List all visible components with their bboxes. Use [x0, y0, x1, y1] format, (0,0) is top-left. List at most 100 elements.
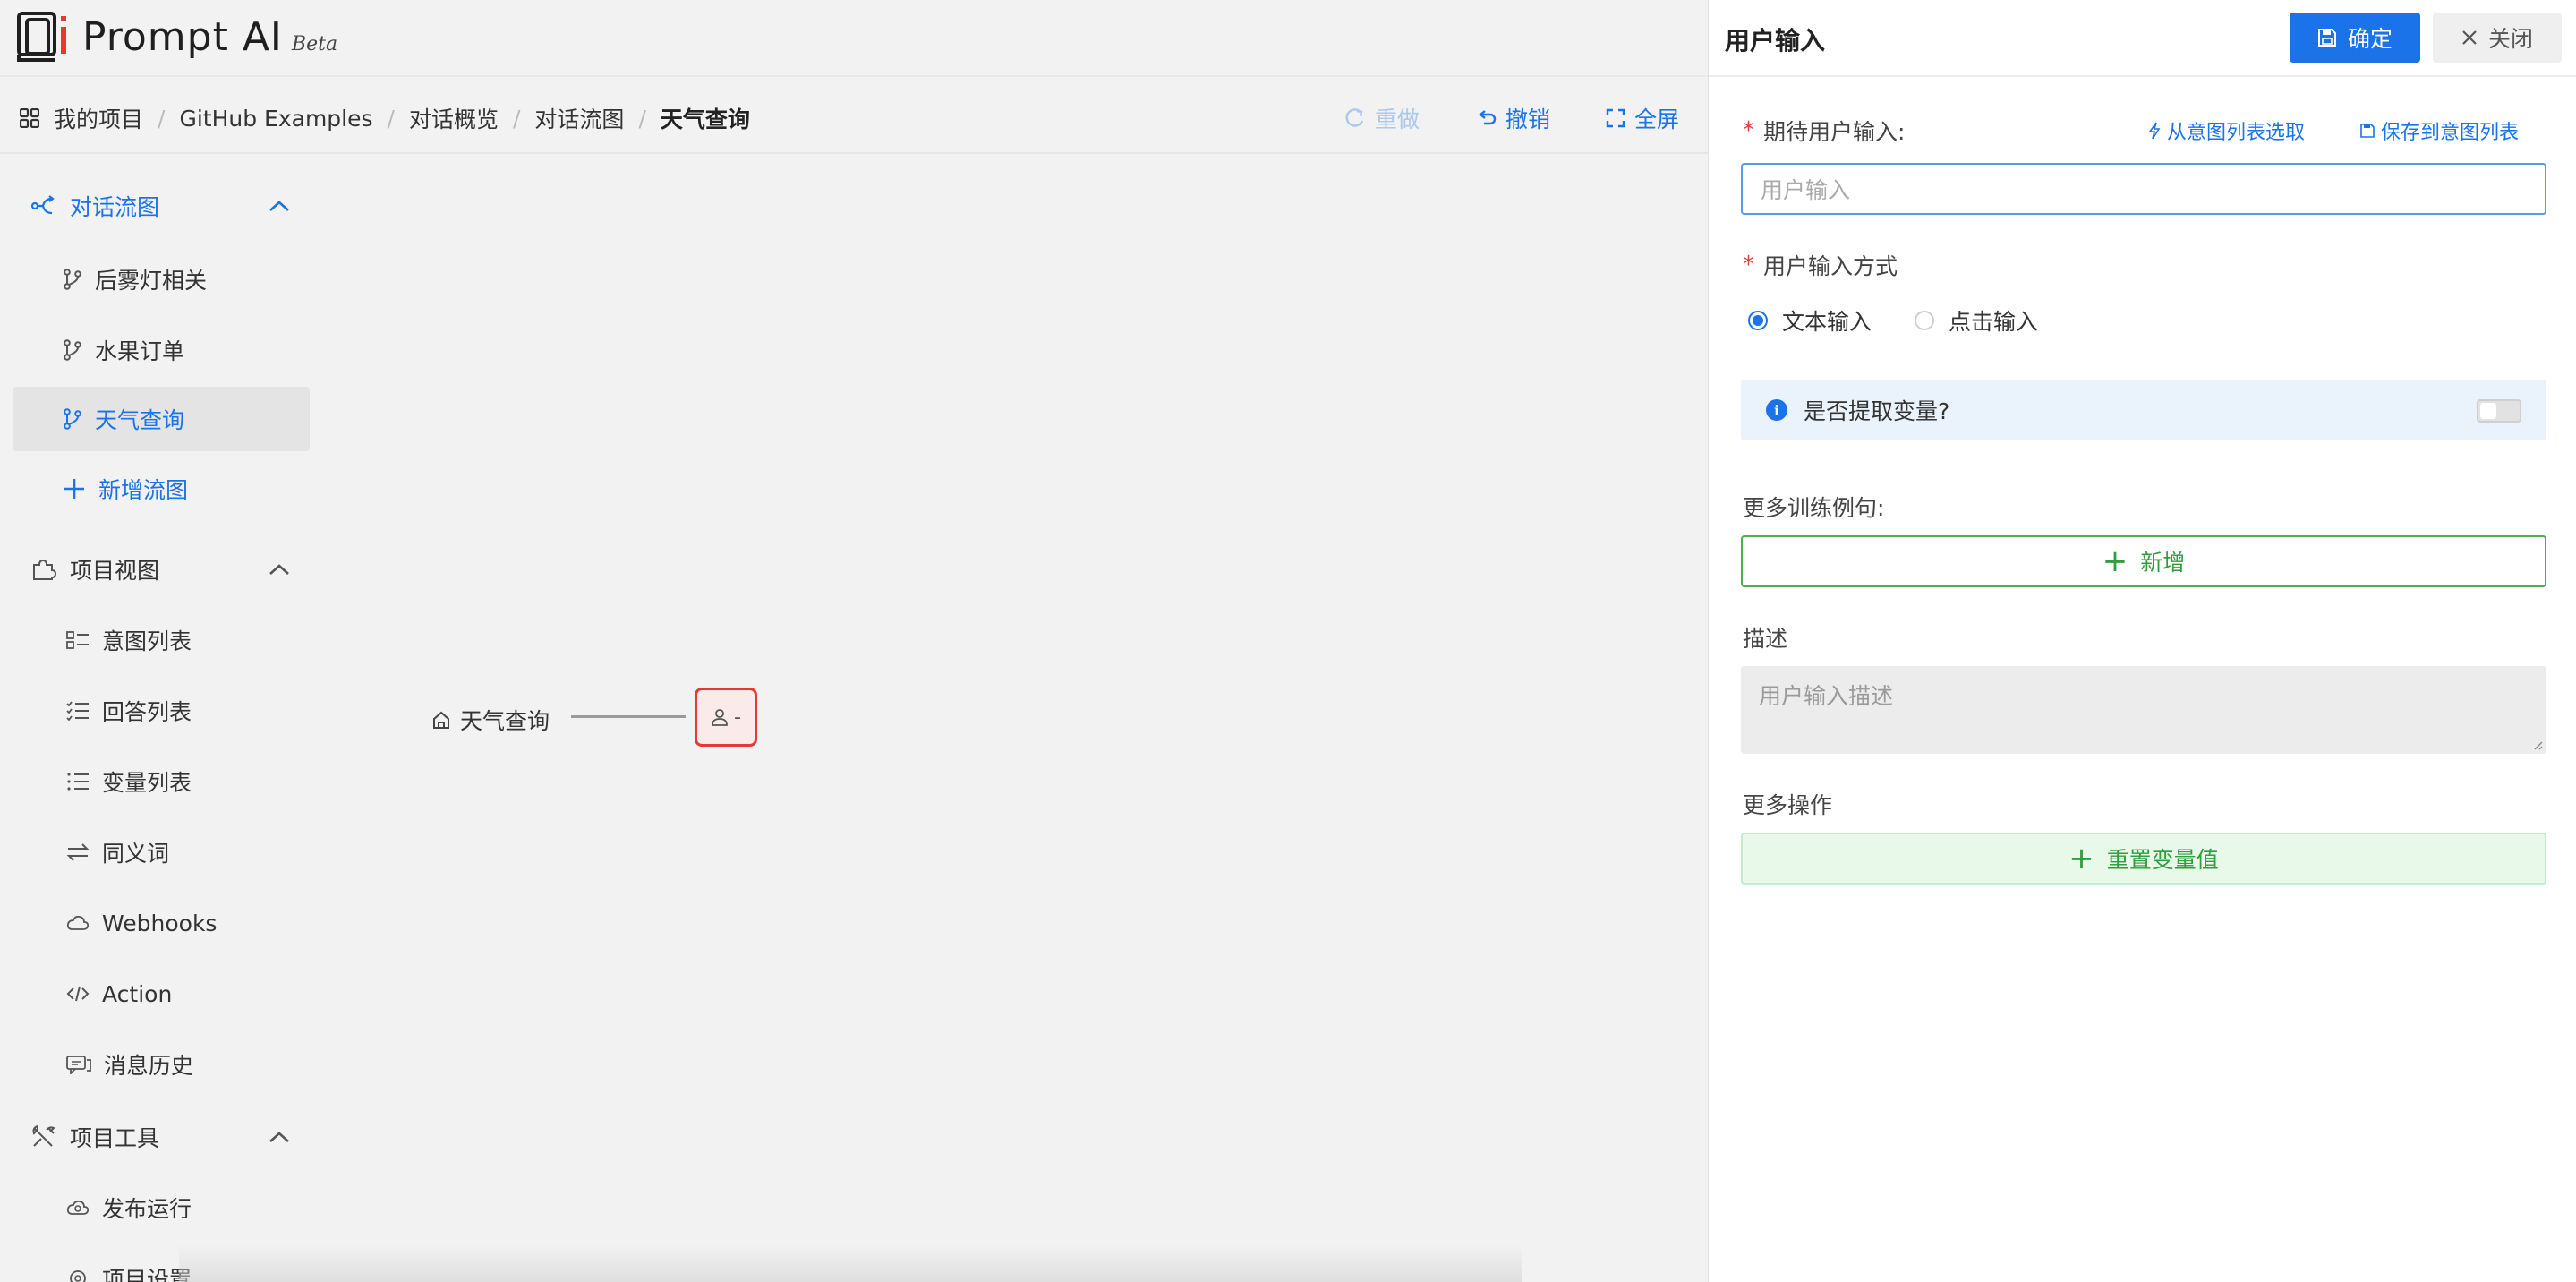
resize-handle-icon[interactable] — [2532, 739, 2543, 750]
sidebar-item-webhooks[interactable]: Webhooks — [13, 891, 310, 955]
sidebar-group-label: 对话流图 — [70, 194, 160, 220]
breadcrumb-my-projects[interactable]: 我的项目 — [54, 102, 143, 134]
list-check-icon — [66, 631, 89, 649]
sidebar-item-publish-run[interactable]: 发布运行 — [13, 1175, 310, 1240]
breadcrumb-dialog-overview[interactable]: 对话概览 — [409, 102, 499, 134]
chevron-up-icon[interactable] — [269, 563, 290, 576]
chevron-up-icon[interactable] — [269, 1131, 290, 1143]
chat-icon — [66, 1056, 91, 1074]
description-label: 描述 — [1743, 626, 1788, 652]
confirm-label: 确定 — [2347, 26, 2393, 52]
sidebar-item-label: 天气查询 — [95, 407, 185, 433]
sidebar-item-action[interactable]: Action — [13, 962, 310, 1026]
expected-input-label: * 期待用户输入: — [1743, 117, 1906, 145]
plus-icon: + — [2068, 841, 2094, 876]
breadcrumb-project[interactable]: GitHub Examples — [179, 106, 372, 132]
fullscreen-button[interactable]: 全屏 — [1606, 102, 1679, 134]
extract-variable-label: 是否提取变量? — [1804, 398, 1950, 424]
grid-icon — [20, 108, 39, 128]
sidebar-item-label: Webhooks — [102, 910, 218, 936]
sidebar-item-rear-fog-light[interactable]: 后雾灯相关 — [13, 247, 310, 312]
chevron-up-icon[interactable] — [269, 200, 290, 212]
cloud-run-icon — [66, 1200, 90, 1215]
branch-icon — [64, 408, 81, 430]
sidebar-item-label: 意图列表 — [102, 628, 192, 654]
sidebar-item-fruit-order[interactable]: 水果订单 — [13, 318, 310, 382]
canvas-bottom-shadow — [179, 1244, 1522, 1282]
ordered-list-icon — [67, 773, 89, 791]
sidebar-item-label: 新增流图 — [98, 477, 189, 503]
undo-label: 撤销 — [1505, 107, 1550, 132]
sidebar-item-label: 发布运行 — [102, 1196, 192, 1222]
code-icon — [66, 986, 90, 1002]
save-to-intents-link[interactable]: 保存到意图列表 — [2359, 116, 2519, 145]
sidebar-group-project-tools[interactable]: 项目工具 — [30, 1121, 290, 1153]
undo-button[interactable]: 撤销 — [1475, 102, 1550, 134]
sidebar-group-label: 项目视图 — [70, 558, 160, 584]
sidebar-item-variable-list[interactable]: 变量列表 — [13, 749, 310, 814]
save-icon — [2317, 29, 2336, 47]
user-input-node[interactable]: - — [695, 688, 757, 747]
swap-icon — [66, 843, 90, 861]
breadcrumb-separator: / — [512, 105, 521, 132]
tools-icon — [32, 1124, 55, 1147]
plus-icon — [64, 479, 84, 499]
pick-from-intents-link[interactable]: 从意图列表选取 — [2147, 116, 2305, 145]
reset-variables-button[interactable]: + 重置变量值 — [1741, 833, 2546, 885]
breadcrumb-bar: 我的项目 / GitHub Examples / 对话概览 / 对话流图 / 天… — [0, 79, 1708, 154]
more-actions-label: 更多操作 — [1743, 792, 1833, 818]
sidebar-item-weather-query[interactable]: 天气查询 — [13, 387, 310, 451]
sidebar-item-label: 回答列表 — [102, 699, 192, 725]
input-mode-label: * 用户输入方式 — [1743, 252, 1898, 279]
extract-variable-toggle[interactable] — [2477, 399, 2521, 423]
panel-header: 用户输入 确定 关闭 — [1709, 0, 2576, 77]
breadcrumb-dialog-flow[interactable]: 对话流图 — [534, 102, 624, 134]
fullscreen-icon — [1606, 108, 1625, 128]
app-header: Prompt AI Beta — [0, 0, 1708, 77]
input-placeholder: 用户输入 — [1761, 177, 1851, 203]
sidebar-item-label: 后雾灯相关 — [95, 268, 208, 294]
sidebar-add-flow[interactable]: 新增流图 — [13, 457, 310, 521]
sidebar-group-dialog-flow[interactable]: 对话流图 — [30, 190, 290, 222]
home-icon — [433, 711, 449, 729]
sidebar-item-message-history[interactable]: 消息历史 — [13, 1032, 310, 1097]
confirm-button[interactable]: 确定 — [2290, 13, 2420, 63]
more-examples-label: 更多训练例句: — [1743, 495, 1885, 521]
sidebar-item-intent-list[interactable]: 意图列表 — [13, 608, 310, 672]
branch-icon — [64, 339, 81, 361]
close-button[interactable]: 关闭 — [2433, 13, 2562, 63]
app-logo[interactable]: Prompt AI Beta — [16, 11, 337, 63]
sidebar-item-label: 同义词 — [102, 841, 170, 867]
radio-unchecked[interactable] — [1915, 311, 1935, 330]
description-textarea[interactable]: 用户输入描述 — [1741, 666, 2546, 754]
breadcrumb-separator: / — [387, 105, 395, 132]
root-node-label: 天气查询 — [460, 708, 550, 734]
user-node-label: - — [734, 705, 741, 729]
breadcrumb-current: 天气查询 — [660, 107, 750, 132]
flow-icon — [30, 195, 55, 215]
input-mode-radio-group: 文本输入 点击输入 — [1748, 304, 2081, 337]
flow-root-node[interactable]: 天气查询 — [431, 704, 550, 736]
beta-badge: Beta — [291, 33, 338, 56]
radio-click-input[interactable]: 点击输入 — [1915, 304, 2038, 337]
add-example-button[interactable]: + 新增 — [1741, 535, 2546, 587]
info-icon: i — [1766, 399, 1787, 421]
expected-input-field[interactable]: 用户输入 — [1741, 163, 2546, 215]
undo-icon — [1479, 110, 1497, 125]
extract-variable-row: i 是否提取变量? — [1741, 380, 2546, 440]
sidebar-item-label: Action — [102, 980, 173, 1007]
sidebar-group-label: 项目工具 — [70, 1125, 160, 1151]
fullscreen-label: 全屏 — [1633, 107, 1679, 132]
redo-icon — [1345, 108, 1364, 127]
user-input-panel: 用户输入 确定 关闭 * 期待用户输入: 从意图列表选取 保存到意图列表 用户输… — [1708, 0, 2576, 1282]
sidebar-group-project-view[interactable]: 项目视图 — [30, 553, 290, 585]
radio-text-input[interactable]: 文本输入 — [1748, 304, 1872, 337]
redo-button[interactable]: 重做 — [1344, 102, 1420, 134]
redo-label: 重做 — [1374, 107, 1420, 132]
sidebar-item-answer-list[interactable]: 回答列表 — [13, 679, 310, 743]
close-icon — [2462, 30, 2477, 45]
sidebar: 对话流图 后雾灯相关 水果订单 天气查询 新增流图 项目视图 意图列表 回答列表… — [0, 156, 313, 1282]
sidebar-item-synonyms[interactable]: 同义词 — [13, 820, 310, 885]
close-label: 关闭 — [2487, 26, 2533, 52]
radio-checked[interactable] — [1748, 311, 1768, 330]
